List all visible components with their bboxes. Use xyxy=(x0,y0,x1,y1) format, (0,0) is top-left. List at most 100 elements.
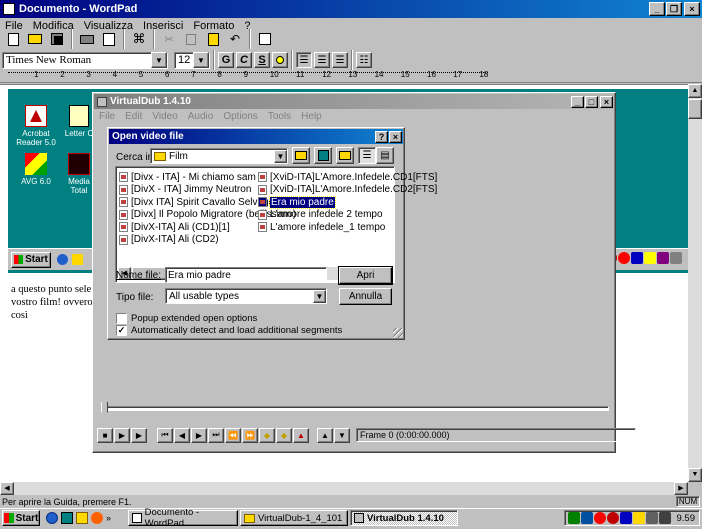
maximize-button[interactable]: ❐ xyxy=(666,2,682,16)
close-button[interactable]: × xyxy=(389,130,402,143)
new-folder-icon[interactable] xyxy=(336,147,354,164)
task-virtualdub[interactable]: VirtualDub 1.4.10 xyxy=(350,510,458,526)
desktop-icon-avg[interactable]: AVG 6.0 xyxy=(14,153,58,186)
dialog-titlebar[interactable]: Open video file ? × xyxy=(109,129,403,144)
step-forward-icon[interactable]: ▶ xyxy=(191,427,207,443)
popup-checkbox-box[interactable] xyxy=(116,313,127,324)
tray-yellow-icon[interactable] xyxy=(633,512,645,524)
list-item[interactable]: L'amore infedele_1 tempo xyxy=(258,221,437,233)
scroll-up-arrow[interactable]: ▲ xyxy=(688,84,702,98)
tray-red-icon[interactable] xyxy=(594,512,606,524)
scroll-thumb[interactable] xyxy=(688,99,702,119)
filename-input[interactable] xyxy=(165,267,327,283)
open-button[interactable]: Apri xyxy=(338,266,393,285)
list-item-selected[interactable]: Era mio padre xyxy=(258,195,437,209)
scroll-down-arrow[interactable]: ▼ xyxy=(688,468,702,482)
align-left-icon[interactable]: ☰ xyxy=(296,52,312,68)
desktop-icon[interactable] xyxy=(314,147,332,164)
insert-datetime-icon[interactable] xyxy=(254,29,276,50)
autodetect-checkbox-box[interactable]: ✓ xyxy=(116,325,127,336)
vd-menu-options[interactable]: Options xyxy=(218,111,262,122)
desktop-icon-media[interactable]: Media Total xyxy=(62,153,96,195)
wordpad-titlebar[interactable]: Documento - WordPad _ ❐ × xyxy=(0,0,702,18)
task-virtualdub-folder[interactable]: VirtualDub-1_4_101 xyxy=(240,510,348,526)
help-button[interactable]: ? xyxy=(375,130,388,143)
document-text[interactable]: a questo punto sele vostro film! ovvero … xyxy=(11,283,93,322)
vd-menu-audio[interactable]: Audio xyxy=(183,111,219,122)
inner-start-button[interactable]: Start xyxy=(11,251,51,268)
popup-options-checkbox[interactable]: Popup extended open options xyxy=(116,313,257,324)
maximize-button[interactable]: □ xyxy=(585,95,598,108)
ruler[interactable]: 1 2 3 4 5 6 7 8 9 10 11 12 13 14 15 16 17 18 xyxy=(0,69,702,83)
outlook-icon[interactable] xyxy=(76,512,88,524)
position-slider[interactable] xyxy=(99,402,609,416)
list-item[interactable]: [XviD-ITA]L'Amore.Infedele.CD1[FTS] xyxy=(258,171,437,183)
copy-icon[interactable] xyxy=(180,29,202,50)
list-view-icon[interactable]: ☰ xyxy=(358,147,376,164)
tray-av-icon[interactable] xyxy=(607,512,619,524)
media-player-icon[interactable] xyxy=(91,512,103,524)
next-key-icon[interactable]: ⏩ xyxy=(242,427,258,443)
open-folder-icon[interactable] xyxy=(24,29,46,50)
chevron-right-icon[interactable]: » xyxy=(106,512,111,524)
undo-icon[interactable]: ↶ xyxy=(224,29,246,50)
scene-forward-icon[interactable]: ◆ xyxy=(276,427,292,443)
align-right-icon[interactable]: ☰ xyxy=(332,52,348,68)
vd-menu-video[interactable]: Video xyxy=(147,111,182,122)
ie-icon[interactable] xyxy=(46,512,58,524)
go-start-icon[interactable]: ⏮ xyxy=(157,427,173,443)
clock[interactable]: 9.59 xyxy=(677,513,696,524)
minimize-button[interactable]: _ xyxy=(571,95,584,108)
font-name-combo[interactable]: Times New Roman ▼ xyxy=(2,51,168,69)
minimize-button[interactable]: _ xyxy=(649,2,665,16)
close-button[interactable]: × xyxy=(684,2,700,16)
desktop-show-icon[interactable] xyxy=(61,512,73,524)
step-back-icon[interactable]: ◀ xyxy=(174,427,190,443)
stop-icon[interactable]: ■ xyxy=(97,427,113,443)
mark-out-icon[interactable]: ▼ xyxy=(334,427,350,443)
go-end-icon[interactable]: ⏭ xyxy=(208,427,224,443)
mark-in-icon[interactable]: ▲ xyxy=(293,427,309,443)
cancel-button[interactable]: Annulla xyxy=(339,288,392,305)
vd-menu-file[interactable]: File xyxy=(94,111,120,122)
task-wordpad[interactable]: Documento - WordPad xyxy=(128,507,238,529)
list-item[interactable]: [DivX-ITA] Ali (CD2) xyxy=(119,234,296,246)
resize-grip-icon[interactable] xyxy=(393,328,403,338)
up-folder-icon[interactable] xyxy=(292,147,310,164)
chevron-down-icon[interactable]: ▼ xyxy=(274,149,287,163)
scroll-left-arrow[interactable]: ◀ xyxy=(0,482,14,495)
play-input-icon[interactable]: ▶ xyxy=(114,427,130,443)
bold-button[interactable]: G xyxy=(218,52,234,68)
vertical-scrollbar[interactable]: ▲ ▼ xyxy=(688,84,702,482)
slider-thumb[interactable] xyxy=(101,402,108,416)
close-button[interactable]: × xyxy=(600,95,613,108)
print-preview-icon[interactable] xyxy=(98,29,120,50)
tray-green-icon[interactable] xyxy=(568,512,580,524)
tray-network-icon[interactable] xyxy=(581,512,593,524)
details-view-icon[interactable]: ▤ xyxy=(376,147,394,164)
align-center-icon[interactable]: ☰ xyxy=(314,52,330,68)
play-output-icon[interactable]: ▶ xyxy=(131,427,147,443)
vd-menu-edit[interactable]: Edit xyxy=(120,111,147,122)
tray-volume-icon[interactable] xyxy=(659,512,671,524)
horizontal-scrollbar[interactable]: ◀ ▶ xyxy=(0,482,688,495)
find-binoculars-icon[interactable]: ⌘ xyxy=(128,29,150,50)
autodetect-checkbox[interactable]: ✓ Automatically detect and load addition… xyxy=(116,325,342,336)
paste-icon[interactable] xyxy=(202,29,224,50)
filetype-combo[interactable]: All usable types ▼ xyxy=(165,288,327,304)
prev-key-icon[interactable]: ⏪ xyxy=(225,427,241,443)
list-item[interactable]: L'amore infedele 2 tempo xyxy=(258,209,437,221)
tray-blue-icon[interactable] xyxy=(620,512,632,524)
bullets-icon[interactable]: ☷ xyxy=(356,52,372,68)
file-list[interactable]: [Divx - ITA] - Mi chiamo sam [DivX - ITA… xyxy=(115,166,437,283)
save-disk-icon[interactable] xyxy=(46,29,68,50)
print-icon[interactable] xyxy=(76,29,98,50)
underline-button[interactable]: S xyxy=(254,52,270,68)
font-size-combo[interactable]: 12 ▼ xyxy=(174,51,210,69)
vd-menu-tools[interactable]: Tools xyxy=(263,111,296,122)
chevron-down-icon[interactable]: ▼ xyxy=(193,52,209,68)
new-doc-icon[interactable] xyxy=(2,29,24,50)
chevron-down-icon[interactable]: ▼ xyxy=(313,289,326,303)
italic-button[interactable]: C xyxy=(236,52,252,68)
desktop-icon-acrobat[interactable]: Acrobat Reader 5.0 xyxy=(14,105,58,147)
